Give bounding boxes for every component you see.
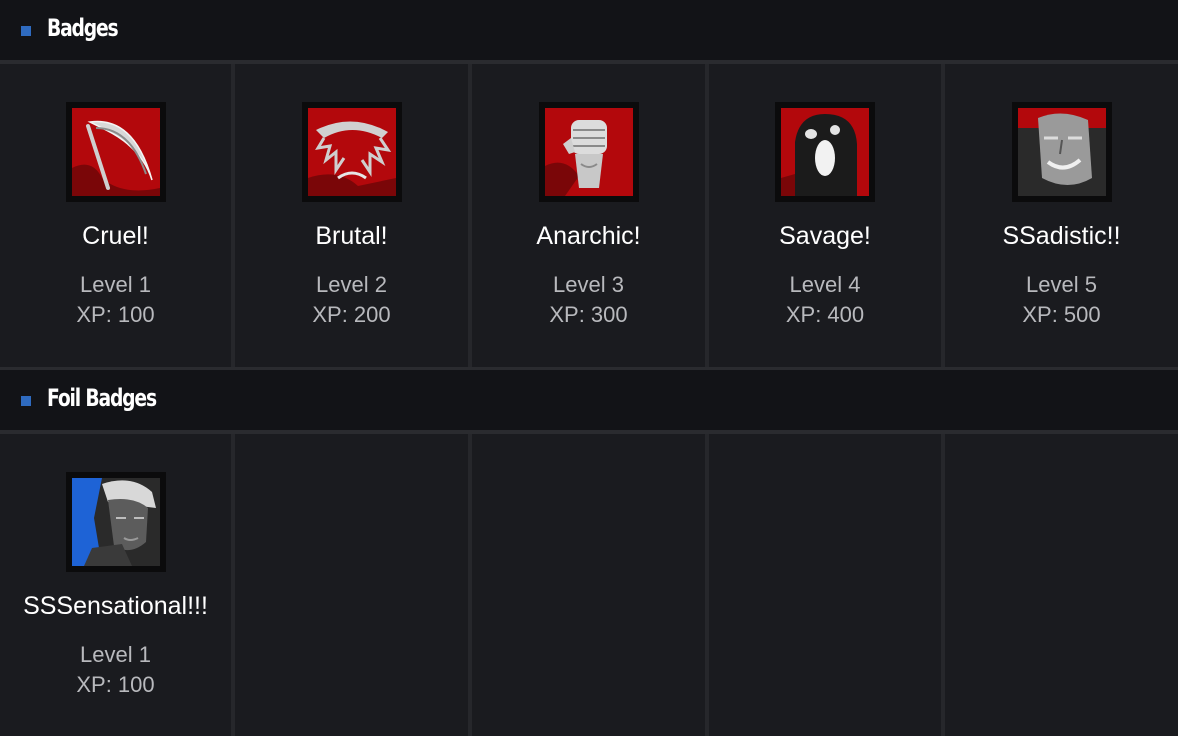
foil-badges-grid: SSSensational!!! Level 1 XP: 100 [0, 434, 1178, 736]
badge-level: Level 2 [316, 272, 387, 297]
section-marker [21, 26, 31, 36]
badge-name: Cruel! [82, 222, 149, 250]
badge-level: Level 5 [1026, 272, 1097, 297]
badge-card-anarchic[interactable]: Anarchic! Level 3 XP: 300 [472, 64, 705, 367]
badge-xp: XP: 500 [1022, 302, 1101, 327]
badge-card-cruel[interactable]: Cruel! Level 1 XP: 100 [0, 64, 231, 367]
section-title: Badges [47, 14, 119, 42]
empty-badge-slot [945, 434, 1178, 736]
empty-badge-slot [709, 434, 941, 736]
badge-level: Level 4 [789, 272, 861, 297]
ghost-face-icon [775, 102, 875, 202]
badge-card-savage[interactable]: Savage! Level 4 XP: 400 [709, 64, 941, 367]
badge-card-brutal[interactable]: Brutal! Level 2 XP: 200 [235, 64, 468, 367]
badge-level: Level 1 [80, 642, 151, 667]
grinning-face-icon [1011, 102, 1112, 202]
badge-card-sssensational[interactable]: SSSensational!!! Level 1 XP: 100 [0, 434, 231, 736]
badge-name: Anarchic! [536, 222, 641, 250]
badge-name: Savage! [779, 222, 871, 250]
badge-xp: XP: 200 [312, 302, 391, 327]
portrait-icon [65, 472, 166, 572]
scythe-icon [65, 102, 166, 202]
badges-grid: Cruel! Level 1 XP: 100 Brutal! Level 2 X… [0, 64, 1178, 367]
empty-badge-slot [235, 434, 468, 736]
badge-card-ssadistic[interactable]: SSadistic!! Level 5 XP: 500 [945, 64, 1178, 367]
section-marker [21, 396, 31, 406]
jagged-blade-icon [301, 102, 402, 202]
badge-xp: XP: 400 [785, 302, 865, 327]
badge-xp: XP: 100 [76, 302, 155, 327]
section-title: Foil Badges [47, 384, 157, 412]
fist-icon [538, 102, 639, 202]
empty-badge-slot [472, 434, 705, 736]
section-header-badges: Badges [0, 0, 1178, 60]
badge-level: Level 3 [553, 272, 624, 297]
section-header-foil-badges: Foil Badges [0, 370, 1178, 430]
badges-page: Badges Cruel! Level 1 XP: 100 Brutal! Le… [0, 0, 1178, 736]
badge-name: Brutal! [315, 222, 388, 250]
badge-xp: XP: 100 [76, 672, 155, 697]
badge-name: SSSensational!!! [23, 592, 208, 620]
badge-xp: XP: 300 [549, 302, 628, 327]
badge-level: Level 1 [80, 272, 151, 297]
badge-name: SSadistic!! [1002, 222, 1121, 250]
